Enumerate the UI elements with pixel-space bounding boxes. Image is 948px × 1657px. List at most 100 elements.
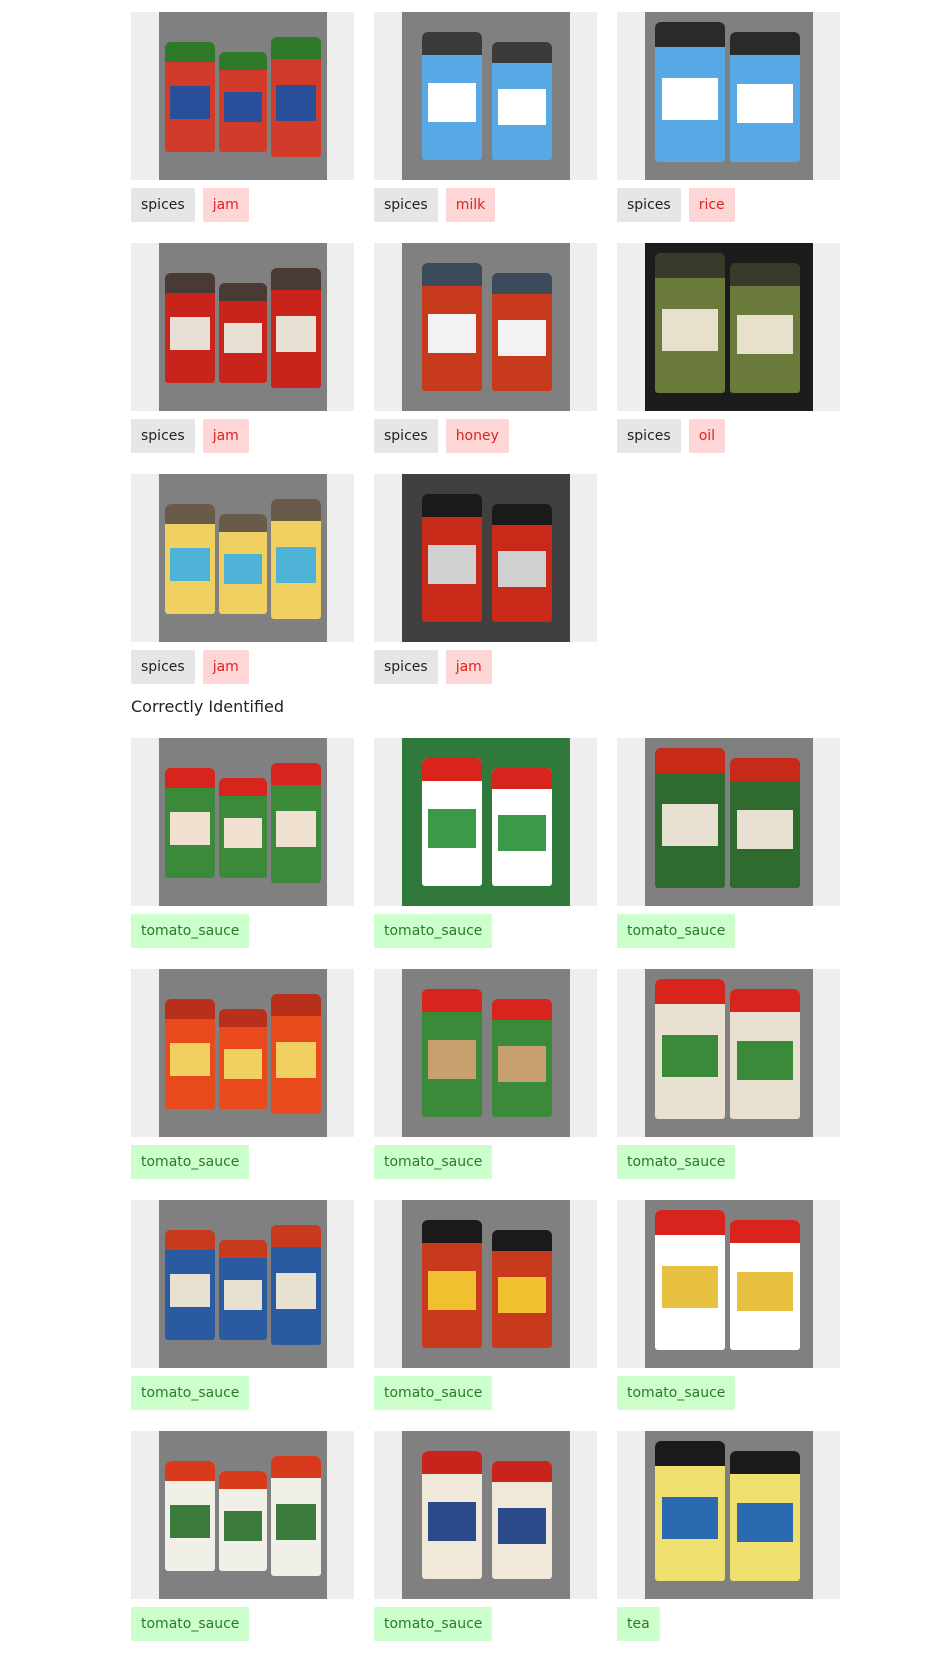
product-label [498, 89, 546, 125]
product-label [170, 812, 210, 845]
correct-grid: tomato_sauce tomato_sauce tomato_sauce toma… [131, 738, 840, 1642]
product-lid [730, 989, 800, 1013]
correct-label-tag: tea [617, 1607, 660, 1641]
misclassified-card: spices oil [617, 243, 840, 454]
product-shape [165, 768, 215, 878]
product-shape [422, 1451, 482, 1579]
predicted-tag: spices [131, 419, 195, 453]
product-lid [422, 1451, 482, 1475]
misclassified-card: spices milk [374, 12, 597, 223]
image-frame [374, 474, 597, 642]
misclassified-card: spices jam [374, 474, 597, 685]
product-photo [645, 12, 813, 180]
product-label [662, 309, 718, 351]
product-label [737, 1041, 793, 1080]
correct-label-tag: tomato_sauce [374, 914, 493, 948]
true-label-tag: jam [202, 188, 249, 222]
product-shape [655, 748, 725, 888]
image-frame [374, 969, 597, 1137]
product-shape [422, 32, 482, 160]
product-shape [271, 1225, 321, 1345]
tag-row: tomato_sauce [374, 914, 597, 949]
product-label [662, 1035, 718, 1077]
product-label [662, 1266, 718, 1308]
product-label [223, 1049, 263, 1079]
image-frame [617, 12, 840, 180]
correct-label-tag: tomato_sauce [617, 914, 736, 948]
image-frame [374, 1431, 597, 1599]
product-photo [402, 738, 570, 906]
image-frame [131, 12, 354, 180]
product-lid [492, 999, 552, 1021]
misclassified-card: spices honey [374, 243, 597, 454]
image-frame [374, 1200, 597, 1368]
product-lid [422, 32, 482, 56]
predicted-tag: spices [617, 188, 681, 222]
product-lid [165, 999, 215, 1019]
tag-row: spices jam [131, 419, 354, 454]
product-shape [219, 1240, 267, 1340]
misclassified-card: spices jam [131, 474, 354, 685]
product-shape [492, 1461, 552, 1579]
product-shape [271, 994, 321, 1114]
product-label [498, 1277, 546, 1313]
product-shape [422, 1220, 482, 1348]
correct-card: tomato_sauce [617, 1200, 840, 1411]
product-label [737, 84, 793, 123]
product-label [276, 1042, 316, 1078]
correct-card: tomato_sauce [374, 1200, 597, 1411]
product-label [223, 92, 263, 122]
true-label-tag: honey [445, 419, 509, 453]
image-frame [131, 474, 354, 642]
tag-row: tomato_sauce [131, 1376, 354, 1411]
image-frame [617, 1200, 840, 1368]
product-label [662, 804, 718, 846]
correct-card: tomato_sauce [374, 738, 597, 949]
product-lid [422, 494, 482, 518]
image-frame [617, 243, 840, 411]
product-lid [271, 37, 321, 59]
product-shape [655, 1441, 725, 1581]
product-lid [730, 1220, 800, 1244]
tag-row: tomato_sauce [374, 1607, 597, 1642]
product-label [498, 320, 546, 356]
product-label [276, 547, 316, 583]
product-photo [402, 1200, 570, 1368]
product-lid [492, 768, 552, 790]
misclassified-grid: spices jam spices milk spices rice spices jam sp… [131, 12, 840, 685]
product-shape [165, 42, 215, 152]
section-title: Correctly Identified [131, 697, 285, 716]
product-label [498, 551, 546, 587]
product-shape [492, 42, 552, 160]
tag-row: tomato_sauce [131, 914, 354, 949]
product-lid [165, 273, 215, 293]
product-shape [271, 37, 321, 157]
correct-card: tomato_sauce [131, 1200, 354, 1411]
product-shape [219, 1009, 267, 1109]
product-lid [219, 1240, 267, 1258]
product-lid [271, 1225, 321, 1247]
tag-row: spices jam [131, 650, 354, 685]
product-shape [165, 273, 215, 383]
correct-label-tag: tomato_sauce [131, 914, 250, 948]
product-shape [219, 52, 267, 152]
true-label-tag: jam [202, 650, 249, 684]
product-label [276, 1504, 316, 1540]
product-lid [219, 514, 267, 532]
product-label [498, 1046, 546, 1082]
product-label [223, 323, 263, 353]
product-label [737, 1272, 793, 1311]
correct-label-tag: tomato_sauce [374, 1376, 493, 1410]
product-lid [422, 989, 482, 1013]
image-frame [131, 1431, 354, 1599]
product-label [170, 317, 210, 350]
tag-row: tomato_sauce [374, 1376, 597, 1411]
product-lid [165, 1230, 215, 1250]
product-lid [730, 32, 800, 56]
product-photo [402, 474, 570, 642]
product-shape [271, 499, 321, 619]
product-photo [159, 474, 327, 642]
product-shape [730, 263, 800, 393]
product-photo [645, 1200, 813, 1368]
product-lid [730, 263, 800, 287]
